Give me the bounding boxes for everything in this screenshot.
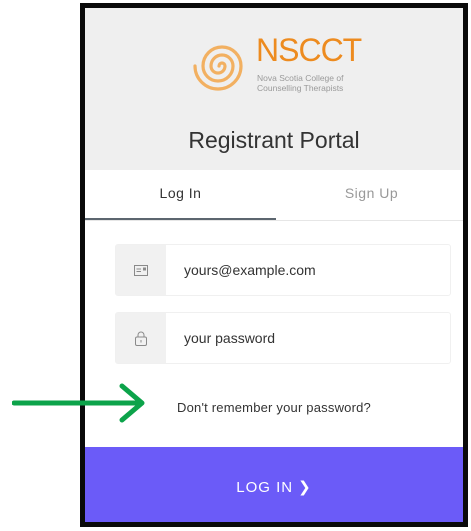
portal-title: Registrant Portal <box>188 127 360 153</box>
email-field <box>115 244 451 296</box>
chevron-right-icon: ❯ <box>298 479 312 496</box>
tab-sign-up[interactable]: Sign Up <box>276 170 463 220</box>
green-arrow-icon <box>12 383 145 423</box>
nscct-logo: NSCCT Nova Scotia College of Counselling… <box>190 33 370 101</box>
password-icon-box <box>116 313 166 363</box>
swirl-logo-icon <box>193 45 243 91</box>
password-input[interactable] <box>166 313 450 363</box>
auth-tabs: Log In Sign Up <box>85 170 463 221</box>
logo-subtitle-line1: Nova Scotia College of <box>257 73 344 83</box>
email-icon-box <box>116 245 166 295</box>
email-input[interactable] <box>166 245 450 295</box>
envelope-icon <box>134 264 148 276</box>
logo-acronym: NSCCT <box>256 32 362 68</box>
log-in-button-label: LOG IN <box>236 478 294 496</box>
tab-log-in[interactable]: Log In <box>85 170 276 220</box>
lock-icon <box>135 331 147 346</box>
page: NSCCT Nova Scotia College of Counselling… <box>0 0 471 531</box>
log-in-button[interactable]: LOG IN ❯ <box>85 447 463 522</box>
login-widget: NSCCT Nova Scotia College of Counselling… <box>80 3 468 527</box>
password-field <box>115 312 451 364</box>
logo-subtitle-line2: Counselling Therapists <box>257 83 344 93</box>
login-header: NSCCT Nova Scotia College of Counselling… <box>85 8 463 170</box>
